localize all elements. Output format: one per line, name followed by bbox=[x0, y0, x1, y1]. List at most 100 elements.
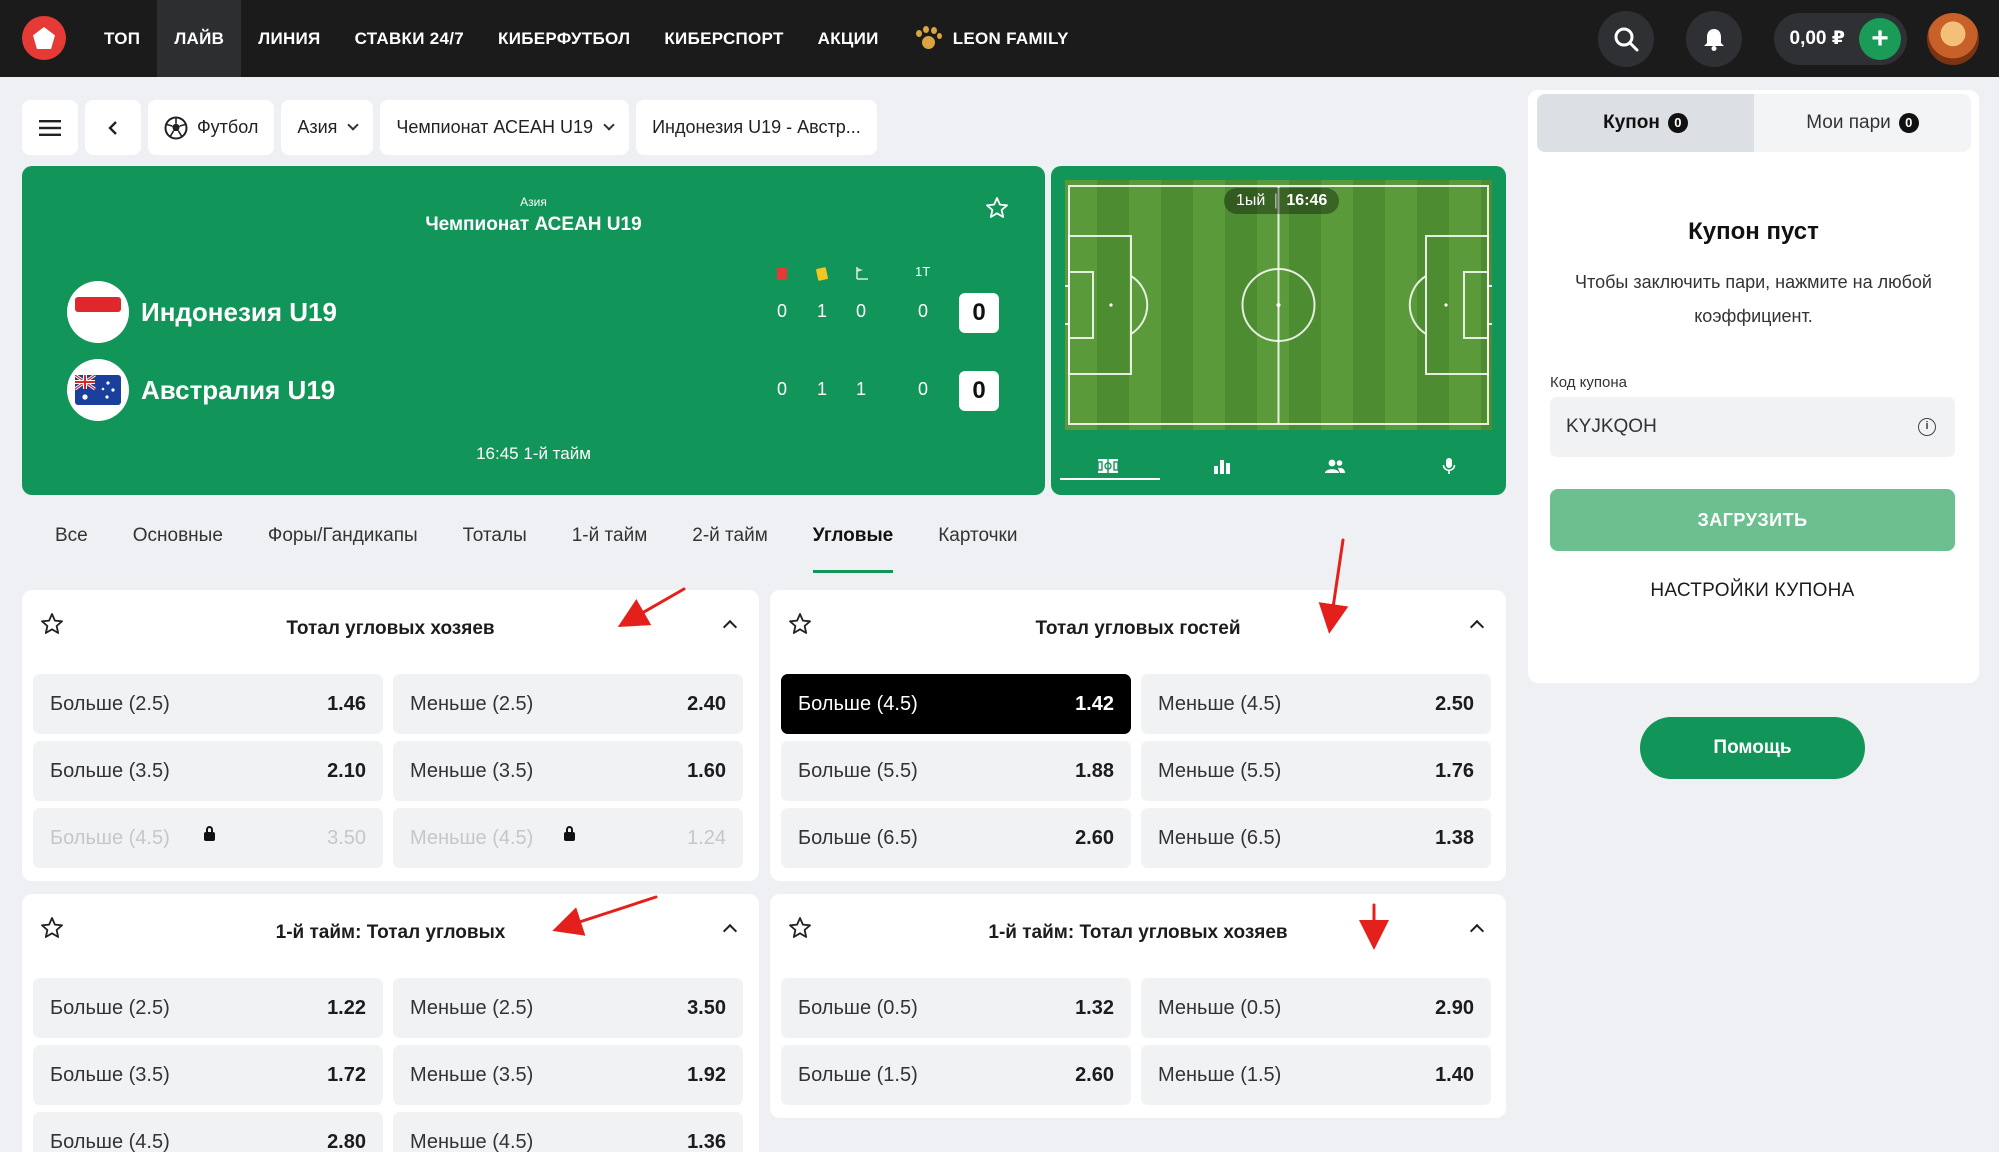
breadcrumb-sport-label: Футбол bbox=[197, 117, 259, 137]
info-icon[interactable]: i bbox=[1918, 418, 1936, 436]
breadcrumb-sport[interactable]: Футбол bbox=[148, 100, 275, 155]
tab-totals[interactable]: Тоталы bbox=[463, 525, 527, 573]
home-score: 0 bbox=[959, 293, 999, 333]
chevron-left-icon bbox=[108, 120, 117, 135]
tab-handicaps[interactable]: Форы/Гандикапы bbox=[268, 525, 418, 573]
leon-logo[interactable] bbox=[22, 16, 66, 60]
balance-widget[interactable]: 0,00 ₽ + bbox=[1773, 12, 1907, 65]
search-button[interactable] bbox=[1597, 10, 1654, 67]
odd-value: 2.10 bbox=[327, 759, 366, 782]
nav-live[interactable]: ЛАЙВ bbox=[157, 0, 242, 77]
odd-button[interactable]: Меньше (4.5) 1.36 bbox=[393, 1112, 743, 1152]
pitch-clock: 1ый | 16:46 bbox=[1224, 188, 1340, 214]
breadcrumb-region-label: Азия bbox=[297, 117, 338, 137]
coupon-count-badge: 0 bbox=[1667, 113, 1688, 133]
away-first-half: 0 bbox=[917, 379, 928, 399]
nav-line[interactable]: ЛИНИЯ bbox=[241, 0, 337, 77]
odd-button[interactable]: Меньше (4.5) 2.50 bbox=[1141, 674, 1491, 734]
microphone-icon bbox=[1442, 457, 1456, 474]
tab-all[interactable]: Все bbox=[55, 525, 88, 573]
odd-value: 2.90 bbox=[1435, 996, 1474, 1019]
search-icon bbox=[1614, 27, 1639, 51]
tab-second-half[interactable]: 2-й тайм bbox=[692, 525, 768, 573]
avatar[interactable] bbox=[1927, 12, 1979, 65]
menu-button[interactable] bbox=[22, 100, 78, 155]
tab-main[interactable]: Основные bbox=[133, 525, 223, 573]
odd-button[interactable]: Меньше (3.5) 1.92 bbox=[393, 1045, 743, 1105]
home-team-name: Индонезия U19 bbox=[141, 296, 337, 327]
odd-button[interactable]: Больше (2.5) 1.22 bbox=[33, 978, 383, 1038]
odd-label: Меньше (1.5) bbox=[1158, 1063, 1282, 1086]
coupon-code-input[interactable] bbox=[1550, 397, 1955, 457]
pitch-tabs bbox=[1051, 436, 1506, 495]
home-yellow-cards: 1 bbox=[816, 301, 827, 321]
pitch-tab-lineups[interactable] bbox=[1279, 436, 1393, 495]
market-first-half-home-corners-total: 1-й тайм: Тотал угловых хозяев Больше (0… bbox=[770, 894, 1506, 1118]
tab-coupon[interactable]: Купон 0 bbox=[1537, 94, 1754, 152]
odd-value: 3.50 bbox=[327, 826, 366, 849]
market-home-corners-total: Тотал угловых хозяев Больше (2.5) 1.46 Ме… bbox=[22, 590, 759, 881]
odd-value: 2.80 bbox=[327, 1130, 366, 1152]
pitch-tab-field[interactable] bbox=[1051, 436, 1165, 495]
odd-button-selected[interactable]: Больше (4.5) 1.42 bbox=[781, 674, 1131, 734]
odd-value: 1.22 bbox=[327, 996, 366, 1019]
nav-leon-family[interactable]: LEON FAMILY bbox=[896, 0, 1086, 77]
odd-button[interactable]: Меньше (3.5) 1.60 bbox=[393, 741, 743, 801]
yellow-card-icon bbox=[815, 267, 829, 281]
deposit-plus-button[interactable]: + bbox=[1859, 17, 1901, 60]
odd-button[interactable]: Больше (4.5) 2.80 bbox=[33, 1112, 383, 1152]
tab-cards[interactable]: Карточки bbox=[938, 525, 1017, 573]
breadcrumb-league[interactable]: Чемпионат АСЕАН U19 bbox=[380, 100, 630, 155]
odd-value: 1.40 bbox=[1435, 1063, 1474, 1086]
coupon-settings-link[interactable]: НАСТРОЙКИ КУПОНА bbox=[1550, 580, 1955, 602]
breadcrumb-region[interactable]: Азия bbox=[281, 100, 374, 155]
odd-label: Меньше (3.5) bbox=[410, 1063, 534, 1086]
odd-label: Меньше (4.5) bbox=[1158, 692, 1282, 715]
corner-flag-icon bbox=[856, 267, 868, 280]
nav-bets-24-7[interactable]: СТАВКИ 24/7 bbox=[338, 0, 481, 77]
odd-value: 2.50 bbox=[1435, 692, 1474, 715]
lock-icon bbox=[204, 826, 215, 841]
pitch-tab-commentary[interactable] bbox=[1392, 436, 1506, 495]
odd-button[interactable]: Больше (3.5) 2.10 bbox=[33, 741, 383, 801]
odd-button[interactable]: Больше (3.5) 1.72 bbox=[33, 1045, 383, 1105]
odd-button[interactable]: Меньше (2.5) 3.50 bbox=[393, 978, 743, 1038]
users-icon bbox=[1325, 459, 1346, 473]
odd-label: Меньше (4.5) bbox=[410, 1130, 534, 1152]
tab-first-half[interactable]: 1-й тайм bbox=[572, 525, 648, 573]
main-nav: ТОП ЛАЙВ ЛИНИЯ СТАВКИ 24/7 КИБЕРФУТБОЛ К… bbox=[87, 0, 1086, 77]
odd-button[interactable]: Меньше (1.5) 1.40 bbox=[1141, 1045, 1491, 1105]
odd-button[interactable]: Больше (0.5) 1.32 bbox=[781, 978, 1131, 1038]
odd-button[interactable]: Больше (5.5) 1.88 bbox=[781, 741, 1131, 801]
pitch-tab-stats[interactable] bbox=[1165, 436, 1279, 495]
soccer-ball-icon bbox=[164, 116, 188, 139]
coupon-panel: Купон 0 Мои пари 0 Купон пуст Чтобы закл… bbox=[1528, 90, 1979, 683]
nav-promotions[interactable]: АКЦИИ bbox=[801, 0, 896, 77]
back-button[interactable] bbox=[85, 100, 141, 155]
nav-cybersport[interactable]: КИБЕРСПОРТ bbox=[647, 0, 800, 77]
favorite-star-icon[interactable] bbox=[985, 196, 1009, 220]
load-coupon-button[interactable]: ЗАГРУЗИТЬ bbox=[1550, 489, 1955, 551]
odd-button[interactable]: Больше (1.5) 2.60 bbox=[781, 1045, 1131, 1105]
odd-value: 1.72 bbox=[327, 1063, 366, 1086]
nav-cyberfootball[interactable]: КИБЕРФУТБОЛ bbox=[481, 0, 647, 77]
odd-button[interactable]: Меньше (2.5) 2.40 bbox=[393, 674, 743, 734]
odd-label: Меньше (2.5) bbox=[410, 692, 534, 715]
odd-button[interactable]: Меньше (6.5) 1.38 bbox=[1141, 808, 1491, 868]
odd-button[interactable]: Больше (6.5) 2.60 bbox=[781, 808, 1131, 868]
odd-button[interactable]: Меньше (0.5) 2.90 bbox=[1141, 978, 1491, 1038]
odd-value: 1.76 bbox=[1435, 759, 1474, 782]
balance-amount: 0,00 ₽ bbox=[1789, 28, 1845, 49]
odd-button[interactable]: Меньше (5.5) 1.76 bbox=[1141, 741, 1491, 801]
coupon-tabs: Купон 0 Мои пари 0 bbox=[1537, 94, 1971, 152]
market-away-corners-total: Тотал угловых гостей Больше (4.5) 1.42 Ме… bbox=[770, 590, 1506, 881]
help-button[interactable]: Помощь bbox=[1640, 717, 1865, 779]
nav-top[interactable]: ТОП bbox=[87, 0, 157, 77]
tab-corners[interactable]: Угловые bbox=[812, 525, 894, 573]
pitch-widget: 1ый | 16:46 bbox=[1051, 166, 1506, 495]
odd-button[interactable]: Больше (2.5) 1.46 bbox=[33, 674, 383, 734]
notifications-button[interactable] bbox=[1685, 10, 1742, 67]
tab-my-bets[interactable]: Мои пари 0 bbox=[1754, 94, 1971, 152]
breadcrumb-match[interactable]: Индонезия U19 - Австр... bbox=[636, 100, 877, 155]
odd-label: Меньше (6.5) bbox=[1158, 826, 1282, 849]
